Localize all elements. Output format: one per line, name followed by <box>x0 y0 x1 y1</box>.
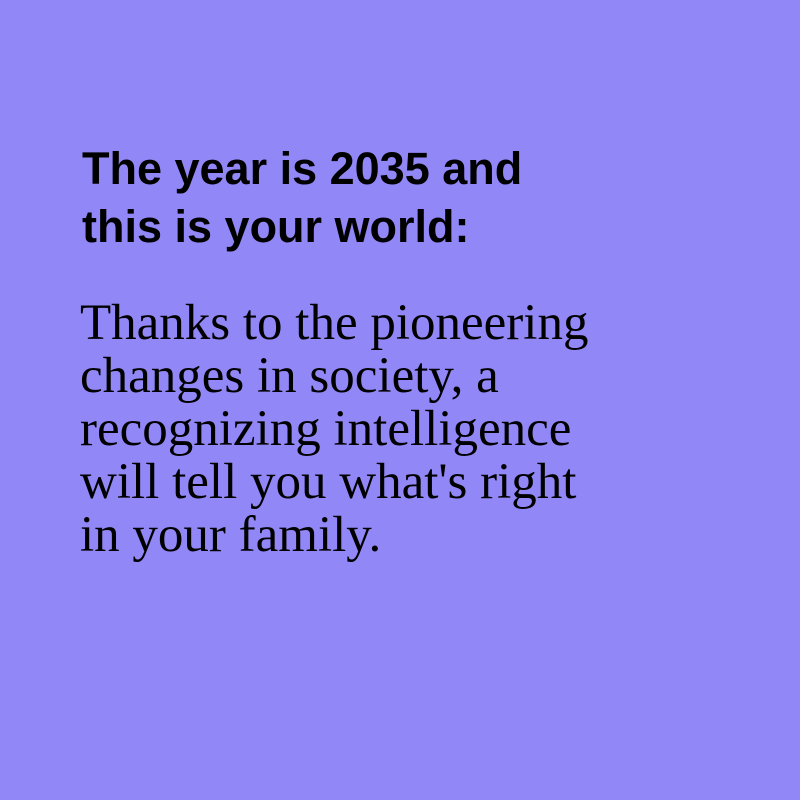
text-card: The year is 2035 and this is your world:… <box>0 0 800 800</box>
headline: The year is 2035 and this is your world: <box>82 143 523 252</box>
body-paragraph: Thanks to the pioneering changes in soci… <box>80 295 589 563</box>
